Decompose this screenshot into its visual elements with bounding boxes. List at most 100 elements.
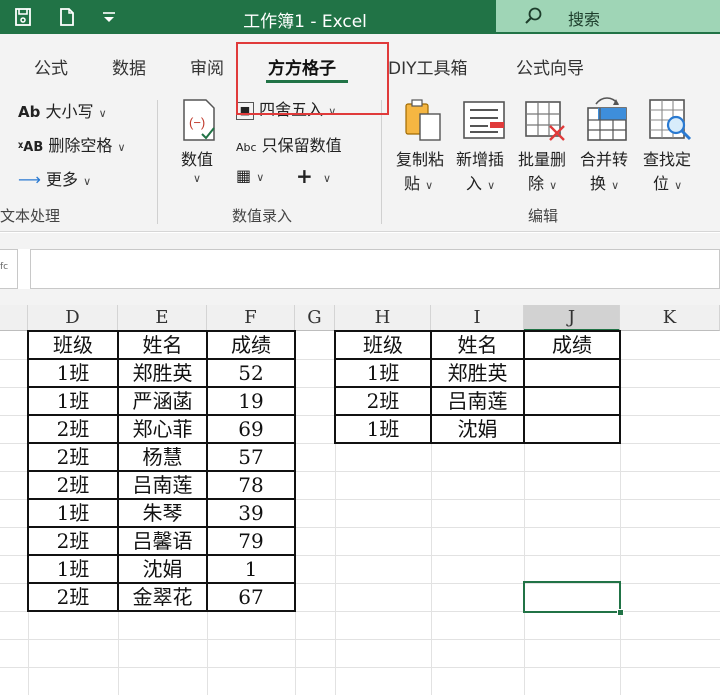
table1-name-cell[interactable]: 金翠花 (118, 583, 207, 611)
table1-name-cell[interactable]: 吕南莲 (118, 471, 207, 499)
chevron-down-icon: ∨ (117, 141, 126, 154)
copy-paste-button[interactable]: 复制粘 (396, 146, 444, 170)
table2-score-cell[interactable] (524, 415, 620, 443)
table-border-horizontal (334, 358, 621, 360)
table1-score-cell[interactable]: 1 (207, 555, 295, 583)
copy-paste-button-line2[interactable]: 贴 ∨ (404, 170, 433, 194)
column-header-k[interactable]: K (620, 305, 720, 331)
table1-header-name-cell[interactable]: 姓名 (118, 331, 207, 359)
table1-header-score-cell[interactable]: 成绩 (207, 331, 295, 359)
active-cell-j[interactable] (523, 581, 621, 613)
table1-name-cell[interactable]: 严涵菡 (118, 387, 207, 415)
table1-score-cell[interactable]: 69 (207, 415, 295, 443)
table2-name-cell[interactable]: 郑胜英 (431, 359, 524, 387)
table1-class-cell[interactable]: 1班 (28, 359, 118, 387)
table2-score-cell[interactable] (524, 387, 620, 415)
table1-class-cell[interactable]: 1班 (28, 555, 118, 583)
batch-delete-button-line2[interactable]: 除 ∨ (528, 170, 557, 194)
table1-score-cell[interactable]: 52 (207, 359, 295, 387)
table1-name-cell[interactable]: 郑胜英 (118, 359, 207, 387)
table1-class-cell[interactable]: 1班 (28, 387, 118, 415)
insert-button[interactable]: 新增插 (456, 146, 504, 170)
chevron-down-icon: ∨ (611, 179, 620, 192)
tab-diy-toolbox[interactable]: DIY工具箱 (388, 54, 468, 79)
table2-header-name-cell[interactable]: 姓名 (431, 331, 524, 359)
table1-score-cell[interactable]: 39 (207, 499, 295, 527)
table-border-horizontal (27, 358, 296, 360)
search-box[interactable]: 搜索 (496, 0, 720, 32)
formula-input[interactable] (30, 249, 720, 289)
plus-button[interactable]: + (296, 164, 313, 188)
table1-class-cell[interactable]: 2班 (28, 443, 118, 471)
tab-fangfanggezi[interactable]: 方方格子 (268, 54, 336, 79)
batch-delete-button[interactable]: 批量删 (518, 146, 566, 170)
column-header-f[interactable]: F (207, 305, 295, 331)
find-locate-button-line2[interactable]: 位 ∨ (653, 170, 682, 194)
table1-score-cell[interactable]: 67 (207, 583, 295, 611)
search-icon (525, 7, 542, 24)
table-border-horizontal (27, 330, 296, 332)
spreadsheet-grid[interactable]: D E F G H I J K 班级 姓名 成绩 1班 郑胜英 52 1班 严涵菡 19 2班 郑心… (0, 305, 720, 695)
table1-score-cell[interactable]: 19 (207, 387, 295, 415)
tab-data[interactable]: 数据 (112, 54, 146, 79)
table2-name-cell[interactable]: 沈娟 (431, 415, 524, 443)
column-header-partial[interactable] (0, 305, 28, 331)
table2-score-cell[interactable] (524, 359, 620, 387)
table2-name-cell[interactable]: 吕南莲 (431, 387, 524, 415)
table1-class-cell[interactable]: 2班 (28, 415, 118, 443)
copy-paste-icon (405, 99, 441, 141)
find-locate-button[interactable]: 查找定 (643, 146, 691, 170)
tab-review[interactable]: 审阅 (190, 54, 224, 79)
table1-score-cell[interactable]: 79 (207, 527, 295, 555)
chevron-down-icon[interactable]: ∨ (323, 172, 331, 185)
value-button[interactable]: 数值 (181, 146, 213, 170)
chevron-down-icon: ∨ (328, 105, 337, 118)
table1-name-cell[interactable]: 杨慧 (118, 443, 207, 471)
tab-formula-wizard[interactable]: 公式向导 (516, 54, 584, 79)
table-border-horizontal (334, 442, 621, 444)
group-label-text: 文本处理 (0, 207, 61, 225)
table1-score-cell[interactable]: 78 (207, 471, 295, 499)
more-button[interactable]: ⟶ 更多 ∨ (18, 166, 91, 190)
group-separator (381, 100, 382, 224)
table2-class-cell[interactable]: 1班 (335, 359, 431, 387)
case-button[interactable]: Ab 大小写 ∨ (18, 98, 107, 122)
table2-class-cell[interactable]: 1班 (335, 415, 431, 443)
fill-handle[interactable] (617, 609, 624, 616)
round-icon: ■ (236, 101, 254, 120)
table1-class-cell[interactable]: 2班 (28, 527, 118, 555)
table1-name-cell[interactable]: 吕馨语 (118, 527, 207, 555)
table1-name-cell[interactable]: 沈娟 (118, 555, 207, 583)
table1-name-cell[interactable]: 朱琴 (118, 499, 207, 527)
merge-convert-button[interactable]: 合并转 (580, 146, 628, 170)
table2-class-cell[interactable]: 2班 (335, 387, 431, 415)
column-header-e[interactable]: E (118, 305, 207, 331)
fill-button[interactable]: ▦ ∨ (236, 166, 264, 185)
table-border-horizontal (27, 610, 296, 612)
column-header-d[interactable]: D (28, 305, 118, 331)
table-border-horizontal (27, 414, 296, 416)
chevron-down-icon: ∨ (674, 179, 683, 192)
table1-name-cell[interactable]: 郑心菲 (118, 415, 207, 443)
column-header-j[interactable]: J (524, 305, 620, 331)
fx-icon[interactable]: fc (0, 262, 8, 272)
table1-header-class-cell[interactable]: 班级 (28, 331, 118, 359)
table-border-horizontal (334, 414, 621, 416)
tab-formulas[interactable]: 公式 (34, 54, 68, 79)
table1-class-cell[interactable]: 2班 (28, 471, 118, 499)
remove-space-button[interactable]: ᵡAB 删除空格 ∨ (18, 132, 126, 156)
merge-convert-button-line2[interactable]: 换 ∨ (590, 170, 619, 194)
find-locate-icon (649, 99, 692, 141)
column-header-h[interactable]: H (335, 305, 431, 331)
round-button[interactable]: ■ 四舍五入 ∨ (236, 96, 336, 120)
chevron-down-icon[interactable]: ∨ (193, 172, 201, 185)
table1-class-cell[interactable]: 1班 (28, 499, 118, 527)
column-header-g[interactable]: G (295, 305, 335, 331)
column-header-i[interactable]: I (431, 305, 524, 331)
table2-header-score-cell[interactable]: 成绩 (524, 331, 620, 359)
insert-button-line2[interactable]: 入 ∨ (466, 170, 495, 194)
keep-value-button[interactable]: Abc 只保留数值 (236, 132, 342, 156)
table1-score-cell[interactable]: 57 (207, 443, 295, 471)
table1-class-cell[interactable]: 2班 (28, 583, 118, 611)
table2-header-class-cell[interactable]: 班级 (335, 331, 431, 359)
